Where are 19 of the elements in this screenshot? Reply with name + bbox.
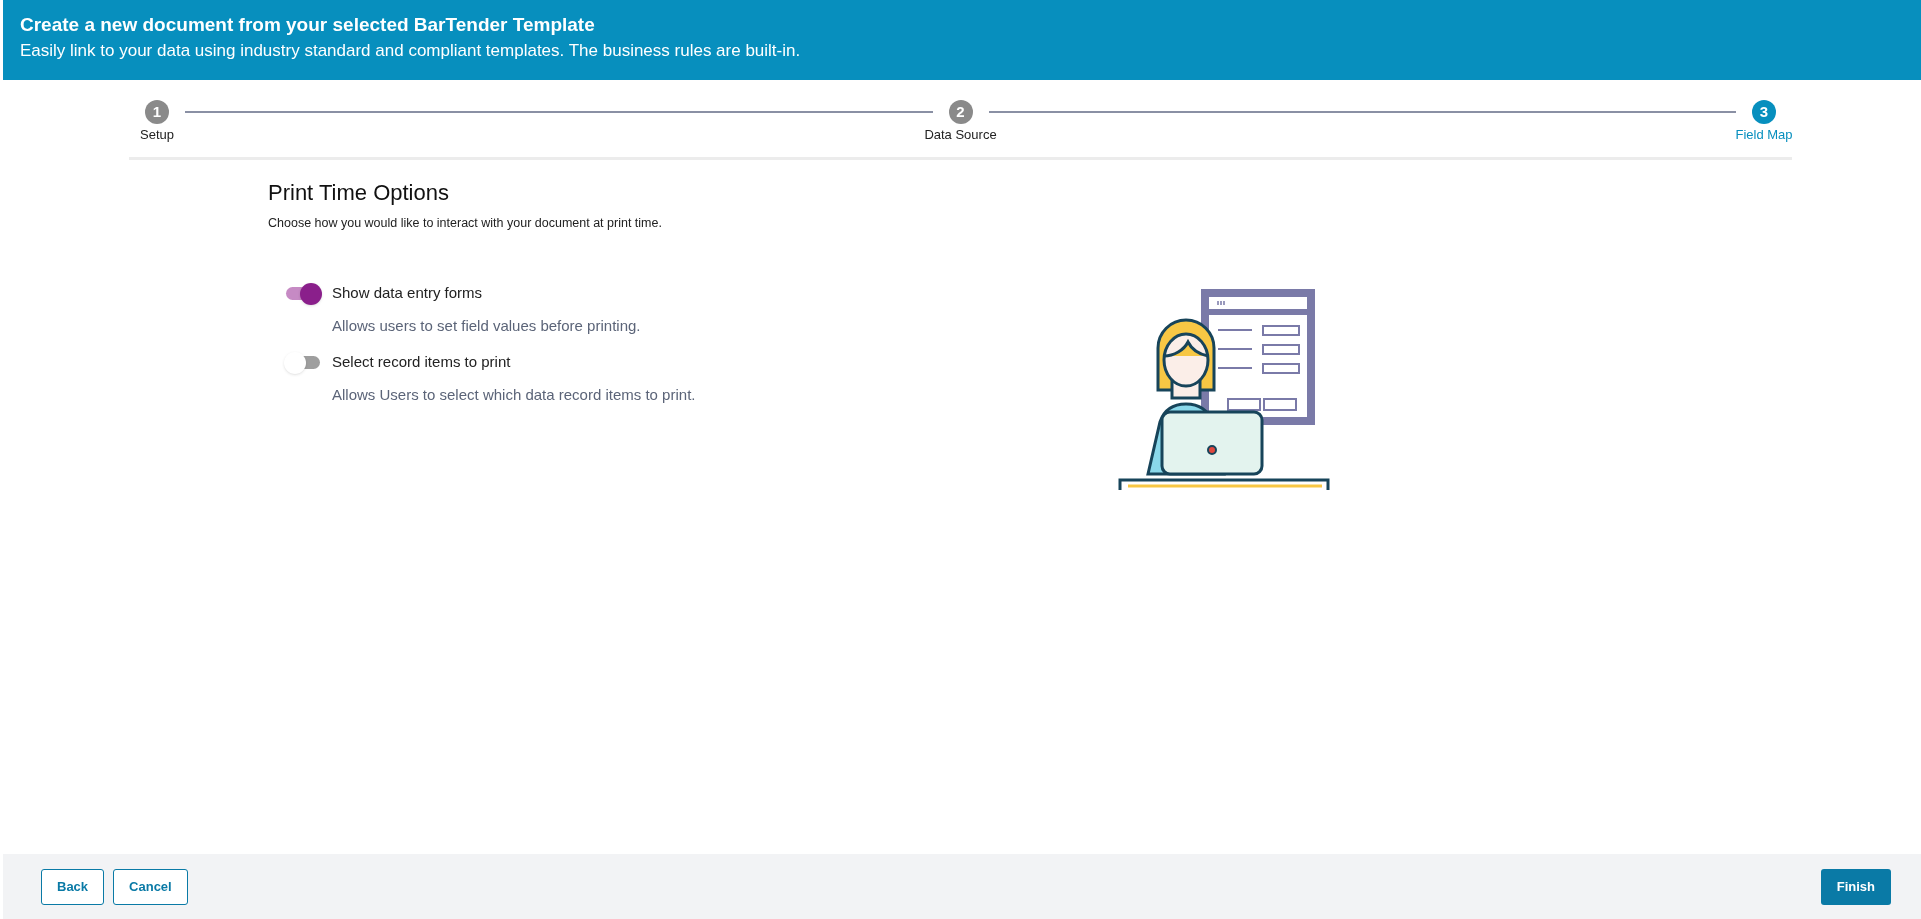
section-title: Print Time Options — [268, 178, 450, 207]
option-label: Show data entry forms — [332, 283, 483, 304]
option-hint: Allows Users to select which data record items to print. — [331, 384, 697, 405]
section-description: Choose how you would like to interact with your document at print time. — [268, 214, 663, 232]
step-number: 2 — [948, 100, 973, 124]
finish-button[interactable]: Finish — [1820, 868, 1891, 905]
step-label: Setup — [140, 126, 174, 144]
step-number: 3 — [1752, 100, 1776, 124]
toggle-switch[interactable] — [284, 351, 322, 374]
step-label: Field Map — [1735, 126, 1793, 144]
header-title: Create a new document from your selected BarTender Template — [20, 13, 596, 37]
footer-button[interactable]: Back — [41, 868, 105, 905]
footer-button[interactable]: Cancel — [113, 868, 188, 905]
header-subtitle: Easily link to your data using industry standard and compliant templates. The business rules are built-in. — [20, 40, 802, 62]
step-label: Data Source — [924, 126, 997, 144]
toggle-switch[interactable] — [284, 282, 322, 305]
step-number: 1 — [145, 100, 169, 124]
option-hint: Allows users to set field values before printing. — [331, 315, 642, 336]
option-label: Select record items to print — [332, 352, 511, 373]
